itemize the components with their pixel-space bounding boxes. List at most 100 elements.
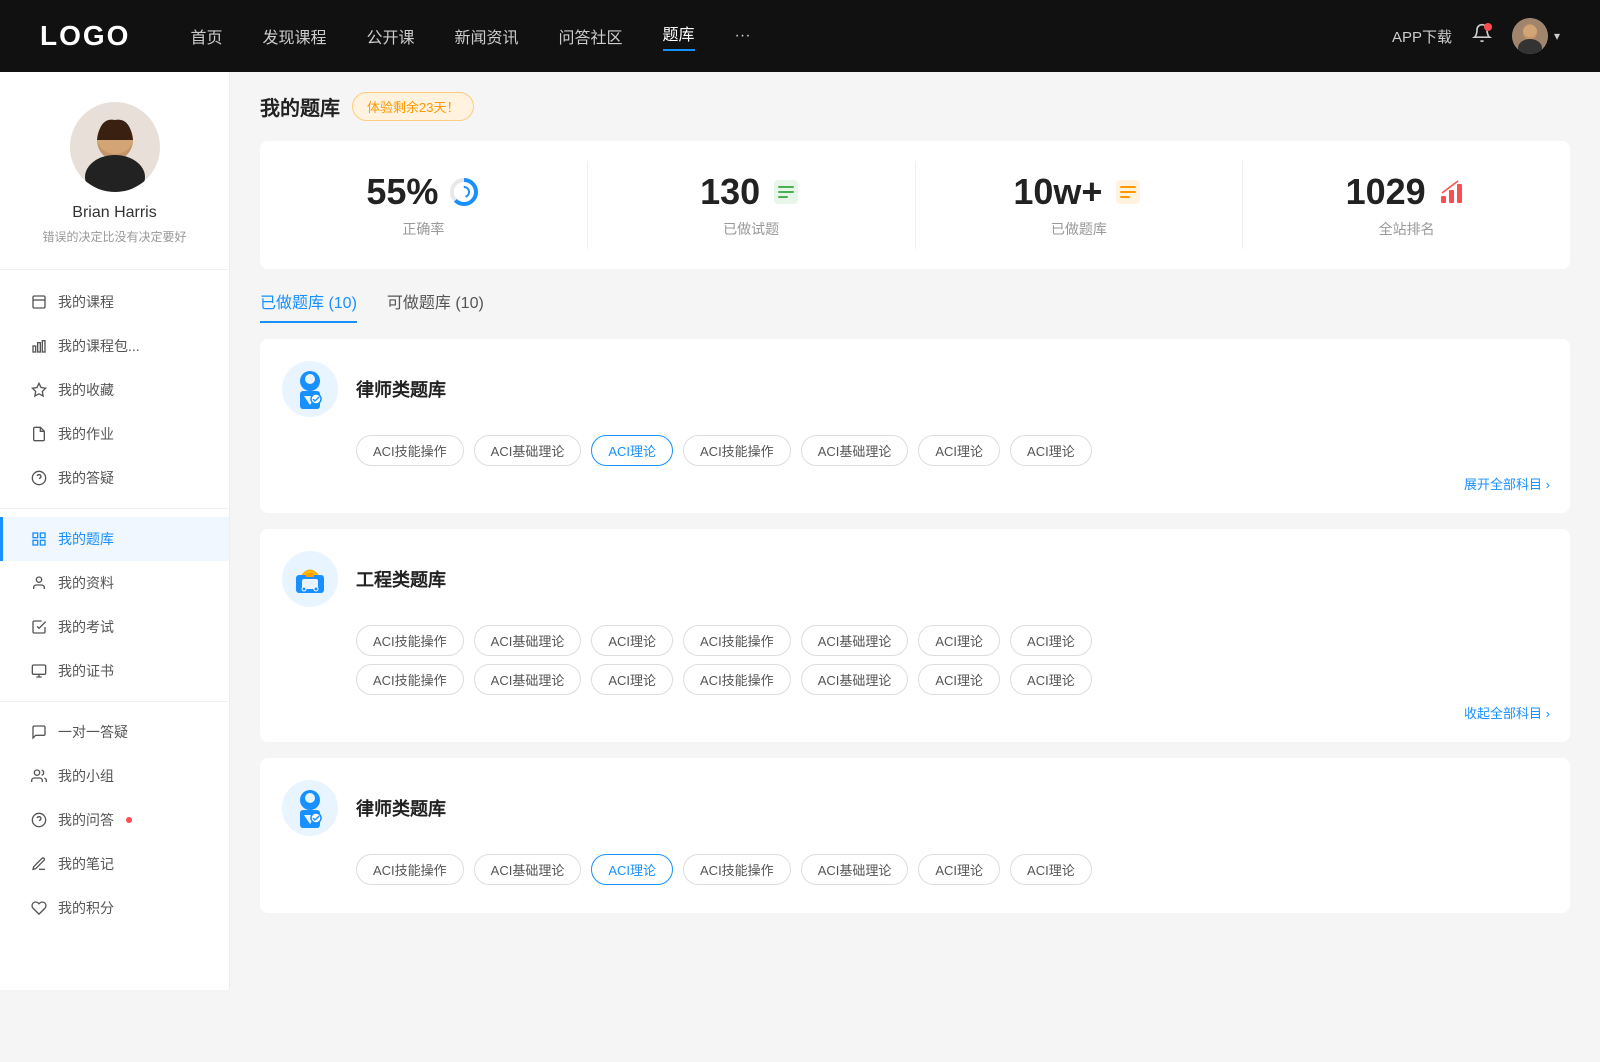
tag-eng-theory-2[interactable]: ACI理论 — [918, 625, 1000, 656]
nav-news[interactable]: 新闻资讯 — [455, 24, 519, 48]
sidebar-item-package[interactable]: 我的课程包... — [0, 324, 229, 368]
tag-l2-basic-2[interactable]: ACI基础理论 — [801, 854, 909, 885]
bank-name-lawyer-1: 律师类题库 — [356, 376, 446, 402]
sidebar-motto: 错误的决定比没有决定要好 — [20, 228, 209, 245]
sidebar-item-group[interactable]: 我的小组 — [0, 754, 229, 798]
tag-eng2-skill-1[interactable]: ACI技能操作 — [356, 664, 464, 695]
note-icon — [30, 855, 48, 873]
stat-done-banks-value: 10w+ — [1013, 171, 1102, 213]
tag-eng-theory-3[interactable]: ACI理论 — [1010, 625, 1092, 656]
sidebar-username: Brian Harris — [20, 204, 209, 222]
tag-eng2-basic-1[interactable]: ACI基础理论 — [474, 664, 582, 695]
list-orange-icon — [1112, 176, 1144, 208]
tag-aci-theory-active[interactable]: ACI理论 — [591, 435, 673, 466]
sidebar-item-answers[interactable]: 我的答疑 — [0, 456, 229, 500]
tag-aci-theory-3[interactable]: ACI理论 — [1010, 435, 1092, 466]
sidebar-item-exam[interactable]: 我的考试 — [0, 605, 229, 649]
stat-done-questions-value: 130 — [700, 171, 760, 213]
notification-bell[interactable] — [1472, 23, 1492, 49]
lawyer-icon — [280, 359, 340, 419]
sidebar-item-profile[interactable]: 我的资料 — [0, 561, 229, 605]
bank-card-lawyer-2: 律师类题库 ACI技能操作 ACI基础理论 ACI理论 ACI技能操作 ACI基… — [260, 758, 1570, 913]
chevron-down-icon: ▾ — [1554, 29, 1560, 43]
grid-icon — [30, 530, 48, 548]
sidebar-item-one-on-one[interactable]: 一对一答疑 — [0, 710, 229, 754]
stat-ranking: 1029 全站排名 — [1243, 161, 1570, 249]
stat-accuracy-value: 55% — [366, 171, 438, 213]
tag-l2-skill-2[interactable]: ACI技能操作 — [683, 854, 791, 885]
nav-discover[interactable]: 发现课程 — [262, 24, 326, 48]
stat-ranking-label: 全站排名 — [1263, 219, 1550, 239]
tag-l2-theory-active[interactable]: ACI理论 — [591, 854, 673, 885]
donut-chart-icon — [448, 176, 480, 208]
qa-red-dot — [126, 817, 132, 823]
sidebar-item-homework[interactable]: 我的作业 — [0, 412, 229, 456]
main-content: 我的题库 体验剩余23天！ 55% 正确 — [230, 72, 1600, 990]
collapse-link-engineer[interactable]: 收起全部科目 › — [280, 703, 1550, 722]
tag-l2-skill-1[interactable]: ACI技能操作 — [356, 854, 464, 885]
bank-tags-lawyer-1: ACI技能操作 ACI基础理论 ACI理论 ACI技能操作 ACI基础理论 AC… — [280, 435, 1550, 466]
sidebar-item-question-bank[interactable]: 我的题库 — [0, 517, 229, 561]
sidebar-item-certificate[interactable]: 我的证书 — [0, 649, 229, 693]
tab-available[interactable]: 可做题库 (10) — [387, 289, 484, 323]
tag-aci-skill-1[interactable]: ACI技能操作 — [356, 435, 464, 466]
chat-icon — [30, 723, 48, 741]
sidebar-item-favorites[interactable]: 我的收藏 — [0, 368, 229, 412]
cert-icon — [30, 662, 48, 680]
tag-eng-basic-1[interactable]: ACI基础理论 — [474, 625, 582, 656]
file-icon — [30, 293, 48, 311]
stats-bar: 55% 正确率 130 — [260, 141, 1570, 269]
user-avatar-wrap[interactable]: ▾ — [1512, 18, 1560, 54]
stat-accuracy-label: 正确率 — [280, 219, 567, 239]
tag-aci-basic-1[interactable]: ACI基础理论 — [474, 435, 582, 466]
tag-aci-theory-2[interactable]: ACI理论 — [918, 435, 1000, 466]
tag-l2-basic-1[interactable]: ACI基础理论 — [474, 854, 582, 885]
header: LOGO 首页 发现课程 公开课 新闻资讯 问答社区 题库 ··· APP下载 — [0, 0, 1600, 72]
logo: LOGO — [40, 20, 130, 52]
nav-qa[interactable]: 问答社区 — [559, 24, 623, 48]
avatar — [1512, 18, 1548, 54]
nav-more[interactable]: ··· — [735, 27, 751, 45]
tag-aci-skill-2[interactable]: ACI技能操作 — [683, 435, 791, 466]
page-header: 我的题库 体验剩余23天！ — [260, 92, 1570, 121]
tag-eng2-theory-1[interactable]: ACI理论 — [591, 664, 673, 695]
tag-l2-theory-3[interactable]: ACI理论 — [1010, 854, 1092, 885]
question-bank-tabs: 已做题库 (10) 可做题库 (10) — [260, 289, 1570, 323]
tab-done[interactable]: 已做题库 (10) — [260, 289, 357, 323]
tag-eng-skill-1[interactable]: ACI技能操作 — [356, 625, 464, 656]
sidebar-menu: 我的课程 我的课程包... 我的收藏 我的作业 — [0, 270, 229, 940]
bar-icon — [30, 337, 48, 355]
app-download-btn[interactable]: APP下载 — [1392, 26, 1452, 47]
stat-done-banks-label: 已做题库 — [936, 219, 1223, 239]
doc-icon — [30, 425, 48, 443]
bank-tags-engineer-row1: ACI技能操作 ACI基础理论 ACI理论 ACI技能操作 ACI基础理论 AC… — [280, 625, 1550, 656]
expand-link-1[interactable]: 展开全部科目 › — [280, 474, 1550, 493]
tag-eng2-skill-2[interactable]: ACI技能操作 — [683, 664, 791, 695]
bank-card-engineer: 工程类题库 ACI技能操作 ACI基础理论 ACI理论 ACI技能操作 ACI基… — [260, 529, 1570, 742]
question-icon — [30, 469, 48, 487]
nav-bank[interactable]: 题库 — [663, 21, 695, 51]
tag-l2-theory-2[interactable]: ACI理论 — [918, 854, 1000, 885]
nav-open-course[interactable]: 公开课 — [366, 24, 414, 48]
sidebar-item-course[interactable]: 我的课程 — [0, 280, 229, 324]
tag-eng-theory-1[interactable]: ACI理论 — [591, 625, 673, 656]
points-icon — [30, 899, 48, 917]
tag-eng2-theory-3[interactable]: ACI理论 — [1010, 664, 1092, 695]
tag-eng2-basic-2[interactable]: ACI基础理论 — [801, 664, 909, 695]
lawyer-icon-2 — [280, 778, 340, 838]
main-nav: 首页 发现课程 公开课 新闻资讯 问答社区 题库 ··· — [190, 21, 1392, 51]
sidebar-item-points[interactable]: 我的积分 — [0, 886, 229, 930]
tag-aci-basic-2[interactable]: ACI基础理论 — [801, 435, 909, 466]
stat-ranking-value: 1029 — [1346, 171, 1426, 213]
tag-eng-skill-2[interactable]: ACI技能操作 — [683, 625, 791, 656]
bank-name-engineer: 工程类题库 — [356, 566, 446, 592]
tag-eng-basic-2[interactable]: ACI基础理论 — [801, 625, 909, 656]
sidebar-avatar — [70, 102, 160, 192]
bank-card-engineer-header: 工程类题库 — [280, 549, 1550, 609]
sidebar-item-notes[interactable]: 我的笔记 — [0, 842, 229, 886]
exam-icon — [30, 618, 48, 636]
tag-eng2-theory-2[interactable]: ACI理论 — [918, 664, 1000, 695]
nav-home[interactable]: 首页 — [190, 24, 222, 48]
list-green-icon — [770, 176, 802, 208]
sidebar-item-my-qa[interactable]: 我的问答 — [0, 798, 229, 842]
